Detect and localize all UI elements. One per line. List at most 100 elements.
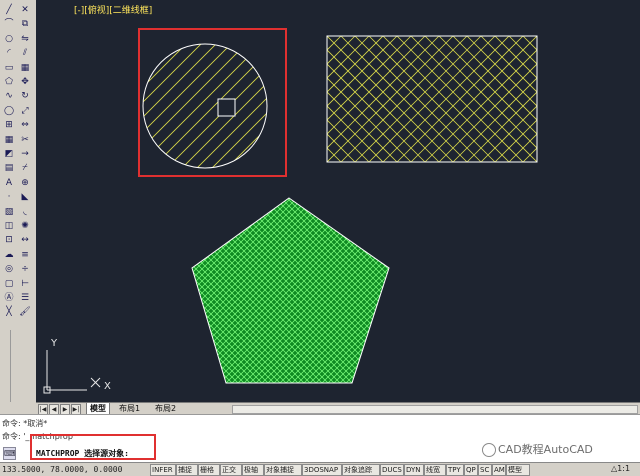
hatch-line — [0, 195, 174, 385]
hatch-line — [0, 195, 54, 385]
hatch-line — [0, 195, 18, 385]
hatch-line — [0, 40, 100, 170]
hatch-line — [579, 36, 640, 162]
hatch-line — [0, 40, 70, 170]
hatch-line — [422, 195, 612, 385]
hatch-line — [47, 36, 173, 162]
hatch-line — [621, 36, 640, 162]
hatch-line — [476, 195, 640, 385]
hatched-rectangle[interactable] — [0, 35, 640, 163]
hatch-line — [0, 195, 150, 385]
drawing-svg[interactable]: Y X — [0, 0, 640, 402]
hatch-line — [428, 195, 618, 385]
hatch-line — [0, 195, 36, 385]
hatch-line — [0, 195, 132, 385]
status-toggle-button[interactable]: DUCS — [380, 464, 404, 476]
status-toggle-button[interactable]: 正交 — [220, 464, 242, 476]
hatch-line — [524, 195, 640, 385]
hatch-line — [530, 195, 640, 385]
selection-highlight-box — [138, 28, 287, 177]
hatch-line — [522, 36, 537, 51]
status-toggle-button[interactable]: 线宽 — [424, 464, 446, 476]
hatch-line — [0, 195, 72, 385]
hatch-line — [0, 195, 120, 385]
hatch-line — [428, 195, 618, 385]
hatch-line — [103, 36, 229, 162]
hatch-line — [0, 195, 66, 385]
hatch-line — [0, 40, 40, 170]
hatch-line — [5, 36, 131, 162]
hatch-line — [0, 195, 144, 385]
hatch-line — [593, 36, 640, 162]
hatch-line — [0, 195, 24, 385]
hatch-line — [0, 195, 90, 385]
hatch-line — [0, 195, 96, 385]
status-toggle-button[interactable]: QP — [464, 464, 478, 476]
status-toggle-button[interactable]: 对象捕捉 — [264, 464, 302, 476]
hatch-line — [392, 195, 582, 385]
command-icon[interactable]: ⌨ — [3, 447, 16, 460]
status-toggle-button[interactable]: 栅格 — [198, 464, 220, 476]
hatch-line — [518, 195, 640, 385]
hatch-line — [464, 195, 640, 385]
status-toggle-button[interactable]: 捕捉 — [176, 464, 198, 476]
hatch-line — [0, 195, 174, 385]
hatch-line — [518, 195, 640, 385]
status-toggle-button[interactable]: DYN — [404, 464, 424, 476]
status-toggle-button[interactable]: AM — [492, 464, 506, 476]
hatch-line — [536, 195, 640, 385]
hatch-line — [143, 44, 146, 168]
hatch-line — [565, 36, 640, 162]
tab-layout2[interactable]: 布局2 — [152, 403, 179, 414]
hatch-line — [192, 198, 223, 383]
status-toggle-button[interactable]: SC — [478, 464, 492, 476]
hatch-line — [0, 40, 25, 170]
hatch-line — [0, 195, 138, 385]
status-toggle-button[interactable]: 极轴 — [242, 464, 264, 476]
hatch-line — [0, 195, 180, 385]
hatch-line — [554, 195, 640, 385]
hatch-line — [0, 195, 168, 385]
hatch-line — [548, 195, 640, 385]
hatch-line — [192, 198, 217, 383]
tab-layout1[interactable]: 布局1 — [116, 403, 143, 414]
hatch-line — [566, 195, 640, 385]
hatch-line — [578, 195, 640, 385]
hatch-line — [0, 195, 126, 385]
hatch-line — [361, 198, 389, 383]
horizontal-scrollbar[interactable] — [232, 405, 638, 414]
hatch-line — [0, 195, 84, 385]
hatch-line — [131, 36, 257, 162]
hatch-line — [0, 40, 85, 170]
status-toggle-button[interactable]: 对象追踪 — [342, 464, 380, 476]
hatch-line — [621, 36, 640, 162]
hatch-line — [536, 161, 537, 162]
hatch-line — [192, 198, 205, 383]
hatch-line — [524, 195, 640, 385]
hatch-line — [373, 198, 389, 383]
annotation-scale[interactable]: △1:1 — [611, 464, 630, 473]
hatch-line — [572, 195, 640, 385]
hatch-line — [367, 198, 389, 383]
status-toggle-button[interactable]: 模型 — [506, 464, 530, 476]
hatch-line — [192, 198, 193, 383]
hatch-line — [548, 195, 640, 385]
hatch-line — [0, 195, 144, 385]
hatch-line — [0, 195, 180, 385]
hatch-line — [0, 195, 156, 385]
status-toggle-button[interactable]: TPY — [446, 464, 464, 476]
hatch-line — [379, 198, 389, 383]
hatched-pentagon[interactable] — [0, 195, 640, 385]
hatch-line — [0, 195, 132, 385]
status-toggle-button[interactable]: 3DOSNAP — [302, 464, 342, 476]
hatch-line — [360, 40, 490, 170]
hatch-line — [506, 195, 640, 385]
hatch-line — [506, 195, 640, 385]
hatch-line — [361, 198, 389, 383]
status-toggle-button[interactable]: INFER — [150, 464, 176, 476]
hatch-line — [0, 195, 186, 385]
hatch-line — [0, 195, 84, 385]
hatch-line — [512, 195, 640, 385]
hatch-line — [61, 36, 187, 162]
hatch-line — [536, 195, 640, 385]
